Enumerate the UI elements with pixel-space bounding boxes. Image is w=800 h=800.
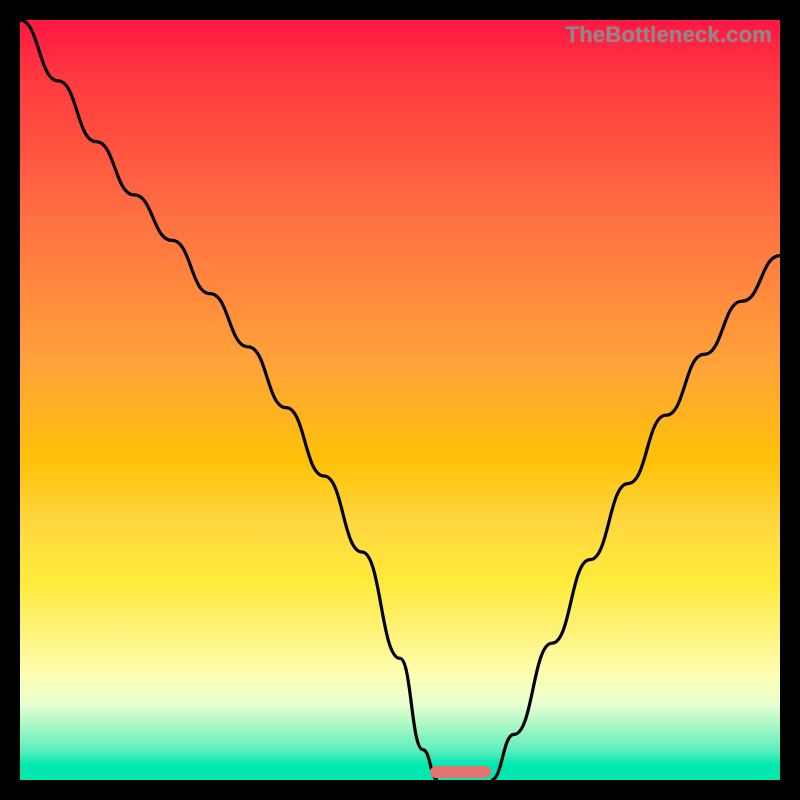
chart-frame: TheBottleneck.com	[0, 0, 800, 800]
optimal-range-marker	[430, 766, 491, 778]
curve-layer	[20, 20, 780, 780]
plot-area: TheBottleneck.com	[20, 20, 780, 780]
left-branch-path	[20, 20, 438, 780]
right-branch-path	[491, 256, 780, 780]
